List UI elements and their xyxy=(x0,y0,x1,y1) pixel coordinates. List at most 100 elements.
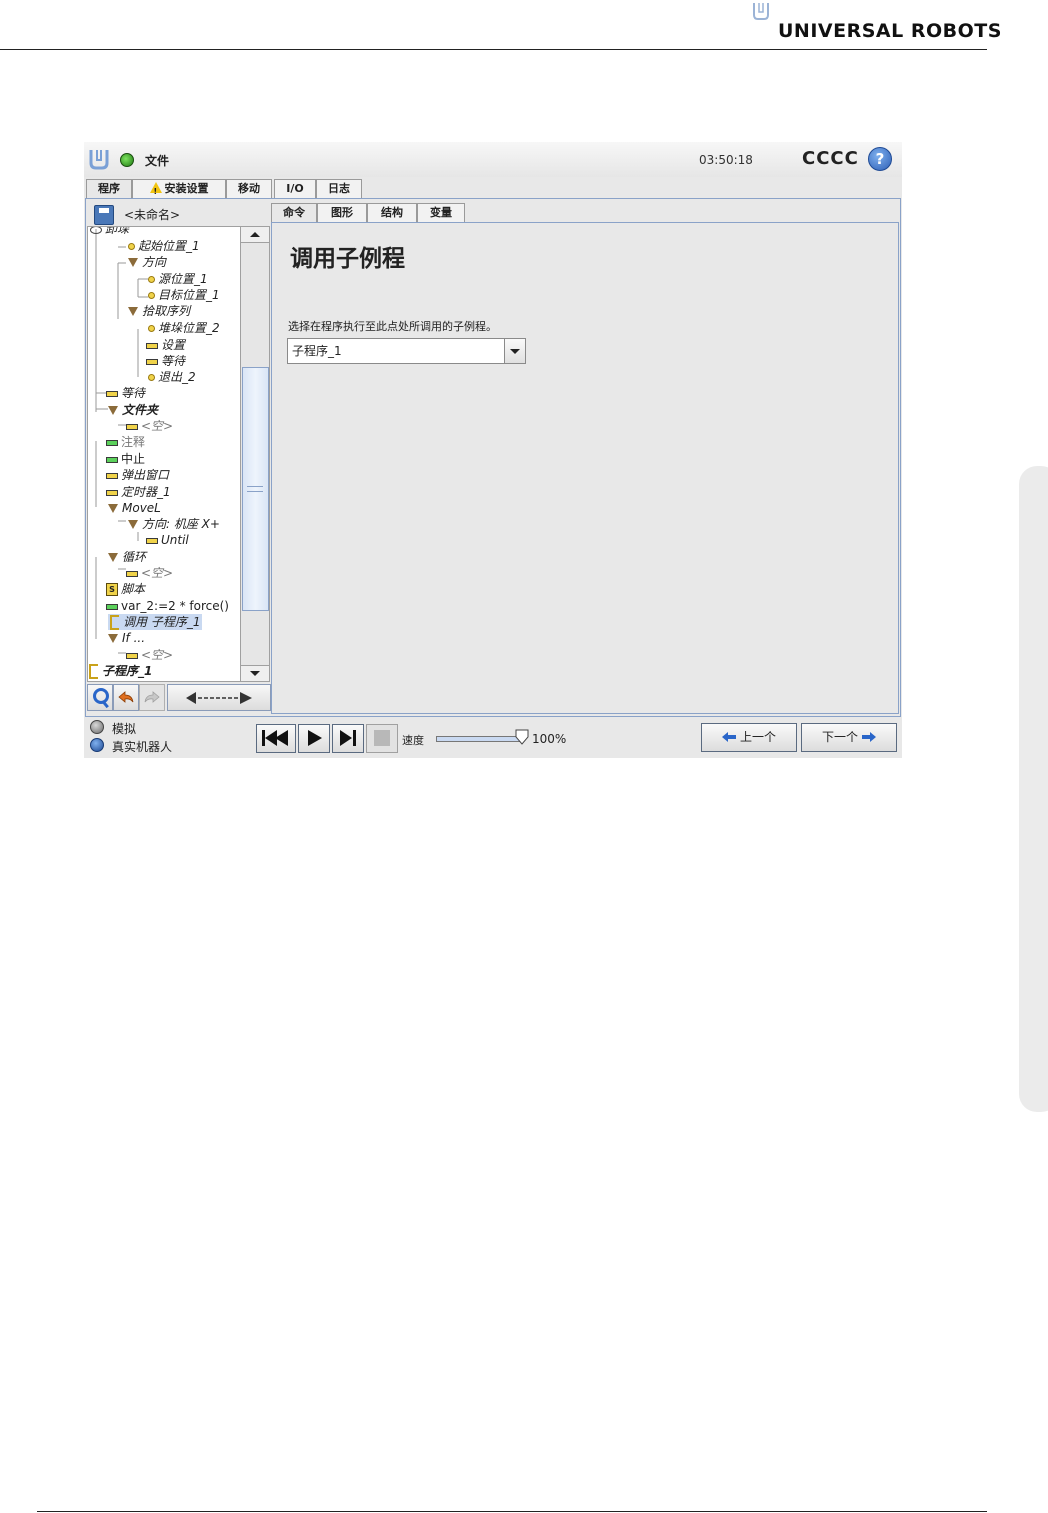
waypoint-icon xyxy=(128,243,135,250)
command-title: 调用子例程 xyxy=(290,246,405,272)
tab-command[interactable]: 命令 xyxy=(271,203,317,222)
arrow-right-icon xyxy=(862,732,876,742)
tree-node[interactable]: 等待 xyxy=(146,353,185,369)
tab-graphics[interactable]: 图形 xyxy=(317,203,367,222)
tab-variables[interactable]: 变量 xyxy=(417,203,465,222)
help-button[interactable]: ? xyxy=(868,147,892,171)
tab-log[interactable]: 日志 xyxy=(316,179,362,198)
waypoint-icon xyxy=(148,276,155,283)
robot-icon xyxy=(90,227,102,234)
tab-structure[interactable]: 结构 xyxy=(367,203,417,222)
save-program-icon[interactable] xyxy=(94,205,114,225)
tree-node[interactable]: 方向: 机座 X+ xyxy=(128,516,220,532)
scroll-up-button[interactable] xyxy=(241,227,269,243)
program-tree[interactable]: 卸垛 起始位置_1 方向 源位置_1 目标位置_1 拾取序列 堆垛位置_2 设置… xyxy=(87,226,241,682)
tab-installation[interactable]: 安装设置 xyxy=(132,179,226,201)
tree-node[interactable]: 卸垛 xyxy=(90,227,129,237)
waypoint-icon xyxy=(148,292,155,299)
search-button[interactable] xyxy=(87,684,113,711)
tree-node[interactable]: 拾取序列 xyxy=(128,303,190,319)
warning-icon xyxy=(149,182,162,201)
undo-button[interactable] xyxy=(113,684,139,711)
tab-installation-label: 安装设置 xyxy=(164,182,209,195)
undo-icon xyxy=(118,691,134,703)
tree-node[interactable]: 弹出窗口 xyxy=(106,467,169,483)
tree-node[interactable]: 子程序_1 xyxy=(89,663,152,679)
folder-triangle-icon xyxy=(108,504,118,513)
file-menu[interactable]: 文件 xyxy=(145,152,169,169)
tree-node[interactable]: 源位置_1 xyxy=(148,271,208,287)
tree-node[interactable]: 设置 xyxy=(146,337,185,353)
tree-node[interactable]: 中止 xyxy=(106,451,145,467)
rewind-icon xyxy=(262,730,288,746)
grip-icon xyxy=(247,486,263,492)
play-button[interactable] xyxy=(298,724,330,753)
command-bar-icon xyxy=(146,358,158,365)
command-bar-icon xyxy=(126,652,138,659)
scroll-down-button[interactable] xyxy=(241,665,269,681)
tab-move[interactable]: 移动 xyxy=(226,179,272,198)
tree-node[interactable]: <空> xyxy=(126,647,173,663)
command-bar-icon xyxy=(146,342,158,349)
bottom-bar: 模拟 真实机器人 速度 100% 上一个 下一个 xyxy=(84,717,902,758)
step-button[interactable] xyxy=(332,724,364,753)
command-bar-icon xyxy=(106,489,118,496)
tree-node[interactable]: 起始位置_1 xyxy=(128,238,200,254)
tree-node[interactable]: 方向 xyxy=(128,254,166,270)
real-robot-radio[interactable] xyxy=(90,738,104,752)
script-icon: S xyxy=(106,583,118,596)
previous-button[interactable]: 上一个 xyxy=(701,723,797,752)
tree-node[interactable]: 循环 xyxy=(108,549,146,565)
subprogram-select-value: 子程序_1 xyxy=(292,344,342,358)
scroll-thumb[interactable] xyxy=(242,367,269,611)
move-arrows-icon xyxy=(186,692,252,704)
ur-logo-icon xyxy=(753,3,769,20)
tree-node[interactable]: S 脚本 xyxy=(106,581,145,597)
chevron-down-icon[interactable] xyxy=(504,339,525,363)
brand-name: UNIVERSAL ROBOTS xyxy=(778,20,1002,42)
tree-node[interactable]: MoveL xyxy=(108,500,161,516)
waypoint-icon xyxy=(148,374,155,381)
tree-node[interactable]: 目标位置_1 xyxy=(148,287,220,303)
next-label: 下一个 xyxy=(821,730,858,744)
tree-node[interactable]: 注释 xyxy=(106,434,145,450)
redo-button[interactable] xyxy=(139,684,165,711)
stop-button[interactable] xyxy=(366,724,398,753)
simulation-radio[interactable] xyxy=(90,720,104,734)
speed-slider[interactable] xyxy=(436,736,520,742)
tree-node[interactable]: <空> xyxy=(126,418,173,434)
tree-node[interactable]: 文件夹 xyxy=(108,402,158,418)
tree-scrollbar[interactable] xyxy=(240,226,270,682)
tab-io[interactable]: I/O xyxy=(274,179,316,198)
waypoint-icon xyxy=(148,325,155,332)
command-bar-icon xyxy=(126,570,138,577)
move-node-button[interactable] xyxy=(167,684,271,711)
tree-node[interactable]: 退出_2 xyxy=(148,369,196,385)
tree-node[interactable]: Until xyxy=(146,532,189,548)
subprogram-select[interactable]: 子程序_1 xyxy=(287,338,526,364)
next-button[interactable]: 下一个 xyxy=(801,723,897,752)
speed-slider-handle[interactable] xyxy=(515,729,529,745)
tree-node[interactable]: 定时器_1 xyxy=(106,484,171,500)
speed-value: 100% xyxy=(532,732,567,746)
command-bar-icon xyxy=(106,390,118,397)
tree-node-selected[interactable]: 调用 子程序_1 xyxy=(108,614,203,630)
header-rule xyxy=(0,49,987,50)
clock: 03:50:18 xyxy=(699,153,753,167)
step-icon xyxy=(340,730,356,746)
arrow-left-icon xyxy=(721,732,736,742)
side-chapter-tab xyxy=(1019,466,1048,1112)
stop-icon xyxy=(374,730,390,746)
command-content: 调用子例程 选择在程序执行至此点处所调用的子例程。 子程序_1 xyxy=(271,222,899,714)
tree-node[interactable]: If ... xyxy=(108,630,145,646)
folder-triangle-icon xyxy=(108,553,118,562)
command-bar-icon xyxy=(106,439,118,446)
folder-triangle-icon xyxy=(128,520,138,529)
speed-slider-fill xyxy=(437,737,519,741)
rewind-button[interactable] xyxy=(256,724,296,753)
tree-node[interactable]: var_2:=2 * force() xyxy=(106,598,229,614)
tab-program[interactable]: 程序 xyxy=(86,179,132,199)
tree-node[interactable]: 等待 xyxy=(106,385,145,401)
tree-node[interactable]: <空> xyxy=(126,565,173,581)
tree-node[interactable]: 堆垛位置_2 xyxy=(148,320,220,336)
